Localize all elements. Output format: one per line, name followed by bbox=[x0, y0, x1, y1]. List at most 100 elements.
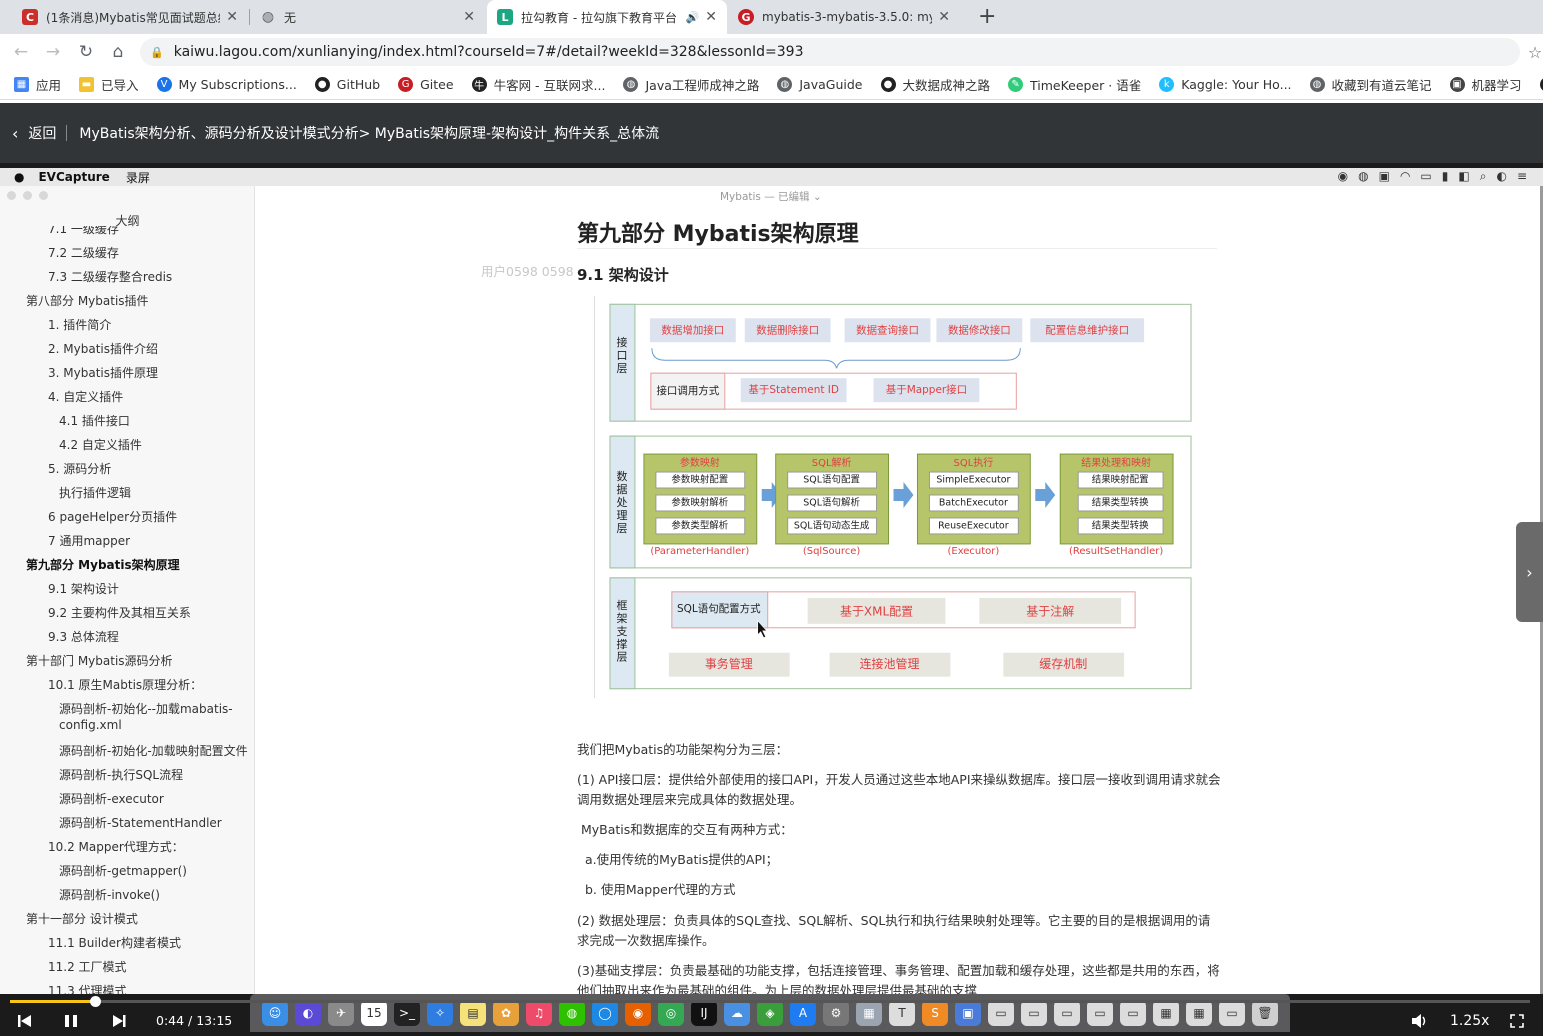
tab-blank[interactable]: ◍ 无 ✕ bbox=[250, 0, 485, 34]
bookmark-label: Java工程师成神之路 bbox=[645, 78, 760, 93]
data-item-label: 参数映射解析 bbox=[671, 496, 728, 508]
menu-app-name: EVCapture bbox=[38, 170, 110, 184]
volume-icon[interactable] bbox=[1410, 1011, 1430, 1031]
home-icon[interactable]: ⌂ bbox=[107, 41, 129, 63]
pause-icon[interactable] bbox=[62, 1011, 80, 1031]
close-icon[interactable]: ✕ bbox=[463, 9, 475, 25]
watermark: 用户0598 0598 bbox=[481, 264, 574, 279]
course-header: ‹ 返回 MyBatis架构分析、源码分析及设计模式分析> MyBatis架构原… bbox=[0, 103, 1543, 163]
bookmark-item[interactable]: ◍ 收藏到有道云笔记 bbox=[1309, 75, 1432, 94]
bookmark-item[interactable]: ▣ 机器学习 bbox=[1449, 75, 1522, 94]
outline-item[interactable]: 11.3 代理模式 bbox=[48, 982, 127, 994]
bookmark-item[interactable]: G Gitee bbox=[398, 77, 454, 92]
outline-item[interactable]: 源码剖析-执行SQL流程 bbox=[59, 766, 183, 783]
outline-item[interactable]: 源码剖析-StatementHandler bbox=[59, 814, 222, 831]
close-icon[interactable]: ✕ bbox=[938, 9, 950, 25]
api-interface-label: 数据修改接口 bbox=[948, 323, 1011, 336]
back-button[interactable]: ‹ 返回 bbox=[12, 123, 56, 143]
outline-item[interactable]: 7.3 二级缓存整合redis bbox=[48, 268, 172, 285]
bookmark-item[interactable]: ▦ 应用 bbox=[14, 75, 61, 94]
tab-title: 无 bbox=[284, 10, 297, 25]
outline-item[interactable]: 2. Mybatis插件介绍 bbox=[48, 340, 158, 357]
outline-item[interactable]: 3. Mybatis插件原理 bbox=[48, 364, 158, 381]
previous-icon[interactable] bbox=[16, 1011, 34, 1031]
window-minimize-icon[interactable] bbox=[23, 191, 32, 200]
siri-icon: ◐ bbox=[1496, 169, 1507, 183]
github-icon: ● bbox=[880, 77, 896, 92]
data-item-label: 结果类型转换 bbox=[1092, 519, 1149, 531]
close-icon[interactable]: ✕ bbox=[705, 9, 717, 25]
bookmark-item[interactable]: ▬ 已导入 bbox=[79, 75, 139, 94]
outline-item[interactable]: 第九部分 Mybatis架构原理 bbox=[26, 556, 180, 573]
outline-item[interactable]: 5. 源码分析 bbox=[48, 460, 111, 477]
outline-item[interactable]: 10.1 原生Mabtis原理分析： bbox=[48, 676, 202, 693]
battery-icon: ▮ bbox=[1441, 169, 1449, 183]
outline-item[interactable]: 9.2 主要构件及其相互关系 bbox=[48, 604, 191, 621]
close-icon[interactable]: ✕ bbox=[226, 9, 238, 25]
bookmark-label: 牛客网 - 互联网求... bbox=[493, 78, 606, 93]
call-option-label: 基于Mapper接口 bbox=[886, 383, 967, 396]
outline-item[interactable]: 源码剖析-executor bbox=[59, 790, 164, 807]
globe-icon: ◍ bbox=[777, 77, 793, 92]
outline-item[interactable]: 11.2 工厂模式 bbox=[48, 958, 127, 975]
outline-item[interactable]: 4.1 插件接口 bbox=[59, 412, 130, 429]
outline-item[interactable]: 源码剖析-invoke() bbox=[59, 886, 160, 903]
data-item-label: 参数映射配置 bbox=[671, 474, 728, 486]
progress-bar[interactable] bbox=[10, 996, 1530, 1007]
outline-item[interactable]: 4. 自定义插件 bbox=[48, 388, 123, 405]
bookmark-item[interactable]: ● 大数据成神之路 bbox=[880, 75, 990, 94]
outline-item[interactable]: 4.2 自定义插件 bbox=[59, 436, 142, 453]
outline-item[interactable]: 源码剖析-初始化-加载映射配置文件 bbox=[59, 742, 248, 759]
fullscreen-icon[interactable] bbox=[1508, 1011, 1526, 1031]
bookmark-item[interactable]: V My Subscriptions... bbox=[156, 77, 297, 92]
data-group-title: SQL执行 bbox=[954, 456, 994, 469]
bookmark-item[interactable]: ● GitHub bbox=[314, 77, 380, 92]
outline-item[interactable]: 10.2 Mapper代理方式： bbox=[48, 838, 184, 855]
outline-item[interactable]: 7.2 二级缓存 bbox=[48, 244, 119, 261]
outline-item[interactable]: 源码剖析-初始化--加载mabatis- bbox=[59, 700, 233, 717]
outline-item[interactable]: 7 通用mapper bbox=[48, 532, 130, 549]
tab-gitee[interactable]: G mybatis-3-mybatis-3.5.0: myb ✕ bbox=[728, 0, 960, 34]
back-arrow-icon[interactable]: ← bbox=[10, 41, 32, 63]
outline-item[interactable]: 9.3 总体流程 bbox=[48, 628, 119, 645]
audio-icon[interactable]: 🔊 bbox=[686, 11, 700, 24]
paragraph: (2) 数据处理层：负责具体的SQL查找、SQL解析、SQL执行和执行结果映射处… bbox=[577, 913, 1211, 948]
outline-item[interactable]: 1. 插件简介 bbox=[48, 316, 111, 333]
outline-item[interactable]: 第十一部分 设计模式 bbox=[26, 910, 138, 927]
outline-item[interactable]: 执行插件逻辑 bbox=[59, 484, 131, 501]
video-player[interactable]: ● EVCapture 录屏 ◉ ◍ ▣ ◠ ▭ ▮ ◧ ⌕ ◐ ≡ 大纲 7.… bbox=[0, 163, 1543, 1036]
progress-knob[interactable] bbox=[90, 996, 102, 1007]
outline-item[interactable]: 第八部分 Mybatis插件 bbox=[26, 292, 149, 309]
chevron-right-icon[interactable]: › bbox=[1516, 522, 1543, 622]
address-bar[interactable]: 🔒 kaiwu.lagou.com/xunlianying/index.html… bbox=[140, 38, 1520, 66]
bookmark-star-icon[interactable]: ☆ bbox=[1524, 41, 1543, 63]
outline-item-cont[interactable]: config.xml bbox=[59, 718, 122, 732]
data-group-caption: (SqlSource) bbox=[803, 546, 861, 557]
outline-item[interactable]: 第十部门 Mybatis源码分析 bbox=[26, 652, 173, 669]
tab-title: (1条消息)Mybatis常见面试题总结 bbox=[46, 10, 221, 25]
heading-part-nine: 第九部分 Mybatis架构原理 bbox=[577, 222, 859, 247]
bookmark-item[interactable]: ●zz bbox=[1539, 77, 1543, 92]
next-icon[interactable] bbox=[110, 1011, 128, 1031]
window-zoom-icon[interactable] bbox=[39, 191, 48, 200]
outline-item[interactable]: 源码剖析-getmapper() bbox=[59, 862, 187, 879]
reload-icon[interactable]: ↻ bbox=[75, 41, 97, 63]
bookmark-item[interactable]: ◍ Java工程师成神之路 bbox=[623, 75, 759, 94]
outline-item[interactable]: 6 pageHelper分页插件 bbox=[48, 508, 177, 525]
forward-arrow-icon[interactable]: → bbox=[42, 41, 64, 63]
tab-lagou[interactable]: L 拉勾教育 - 拉勾旗下教育平台 🔊 ✕ bbox=[487, 0, 727, 34]
player-controls: 0:44 / 13:15 1.25x bbox=[0, 1008, 1543, 1036]
playback-speed[interactable]: 1.25x bbox=[1450, 1013, 1489, 1029]
bookmark-item[interactable]: 牛牛客网 - 互联网求... bbox=[471, 75, 606, 94]
layer-label: 框架支撑层 bbox=[616, 599, 627, 664]
outline-item[interactable]: 9.1 架构设计 bbox=[48, 580, 119, 597]
bookmark-item[interactable]: k Kaggle: Your Ho... bbox=[1159, 77, 1292, 92]
new-tab-button[interactable]: + bbox=[978, 4, 996, 29]
window-close-icon[interactable] bbox=[7, 191, 16, 200]
tab-csdn[interactable]: C (1条消息)Mybatis常见面试题总结 ✕ bbox=[12, 0, 248, 34]
outline-item[interactable]: 11.1 Builder构建者模式 bbox=[48, 934, 181, 951]
bookmark-item[interactable]: ◍ JavaGuide bbox=[777, 77, 863, 92]
bookmark-label: 应用 bbox=[36, 78, 62, 93]
architecture-diagram: 接口层 数据增加接口 数据删除接口 数据查询接口 数据修改接口 配置信息维护接口接口调用方… bbox=[594, 296, 1192, 698]
bookmark-item[interactable]: ✎ TimeKeeper · 语雀 bbox=[1008, 75, 1141, 94]
